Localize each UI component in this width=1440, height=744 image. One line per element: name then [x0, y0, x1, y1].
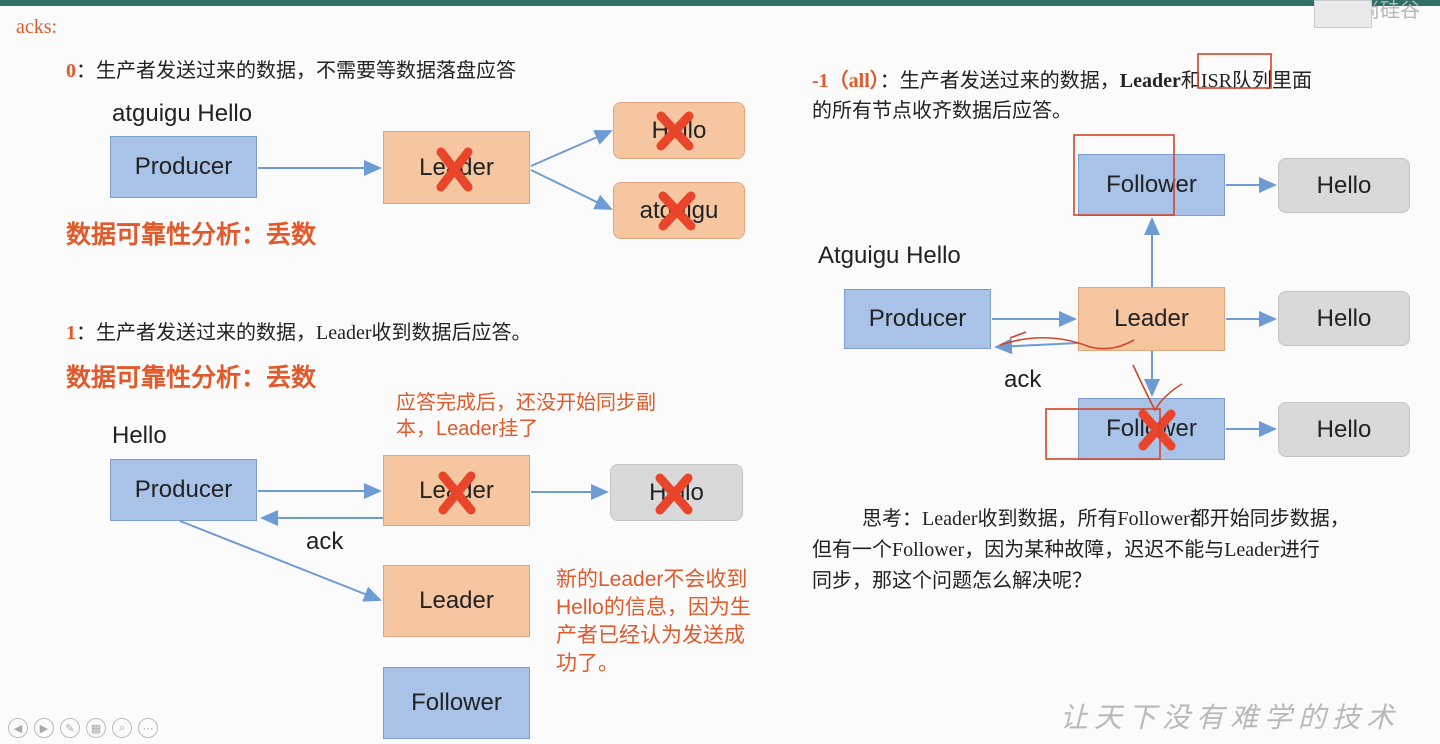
cross-mark-s1-hello	[655, 473, 693, 515]
more-options-icon[interactable]: ⋯	[138, 718, 158, 738]
arrow-m1-ack	[994, 338, 1079, 355]
pen-icon[interactable]: ✎	[60, 718, 80, 738]
next-slide-icon[interactable]: ▶	[34, 718, 54, 738]
arrow-s0-leader-hello	[530, 130, 613, 167]
cross-mark-s0-atguigu	[658, 191, 696, 231]
cross-mark-s1-leader	[438, 471, 476, 515]
arrow-s0-leader-atguigu	[530, 169, 613, 210]
diagram-connectors	[179, 53, 1277, 602]
annotation-box-leader-word	[1197, 53, 1272, 89]
cross-mark-s0-hello	[656, 111, 694, 151]
watermark: 让天下没有难学的技术	[1059, 701, 1400, 734]
cross-mark-s0-leader	[436, 147, 473, 192]
slide-nav-controls: ◀ ▶ ✎ ▦ ⌕ ⋯	[8, 718, 158, 742]
annotation-box-follower-top	[1073, 134, 1175, 216]
grid-view-icon[interactable]: ▦	[86, 718, 106, 738]
arrow-s1-producer-newleader	[179, 520, 382, 602]
zoom-icon[interactable]: ⌕	[112, 718, 132, 738]
annotation-scribble-check	[1132, 364, 1183, 412]
cross-mark-m1-follower	[1138, 409, 1176, 451]
annotation-scribble-tick	[1009, 331, 1027, 339]
prev-slide-icon[interactable]: ◀	[8, 718, 28, 738]
